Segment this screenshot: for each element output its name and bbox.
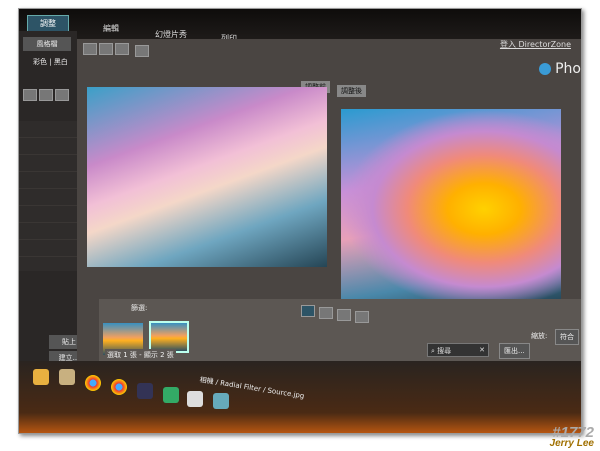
style-tab[interactable]: 風格檔 <box>23 37 71 51</box>
chrome-canary-icon[interactable] <box>111 379 127 395</box>
view-single-icon[interactable] <box>83 43 97 55</box>
after-label: 調整後 <box>337 85 366 97</box>
circle-icon[interactable] <box>55 89 69 101</box>
view-split-icon[interactable] <box>115 43 129 55</box>
photo-frame: 調整 編輯 幻燈片秀 列印 風格檔 彩色 | 黑白 貼上 建立... 調整前 調… <box>18 8 582 434</box>
photodirector-icon[interactable] <box>187 391 203 407</box>
clear-icon[interactable]: ✕ <box>479 346 485 354</box>
watermark-author: Jerry Lee <box>549 438 594 449</box>
grid-icon[interactable] <box>39 89 53 101</box>
color-option[interactable]: 彩色 <box>33 58 47 66</box>
balance-icon[interactable] <box>337 309 351 321</box>
zoom-select[interactable]: 符合 <box>555 329 579 345</box>
top-nav: 調整 編輯 幻燈片秀 列印 <box>19 9 581 43</box>
app-brand: Pho <box>539 61 581 77</box>
login-link[interactable]: 登入 DirectorZone <box>500 39 571 50</box>
search-input[interactable]: ⌕ 搜尋 ✕ <box>427 343 489 357</box>
monitor-icon[interactable] <box>213 393 229 409</box>
zoom-label: 縮放: <box>531 332 548 340</box>
view-compare-icon[interactable] <box>99 43 113 55</box>
after-image <box>341 109 561 309</box>
check-icon[interactable] <box>23 89 37 101</box>
folder-icon[interactable] <box>33 369 49 385</box>
preset-list[interactable] <box>19 121 77 271</box>
explorer-icon[interactable] <box>59 369 75 385</box>
compare-icon[interactable] <box>301 305 315 317</box>
photo-app-icon[interactable] <box>137 383 153 399</box>
before-image <box>87 87 327 267</box>
export-button[interactable]: 匯出... <box>499 343 530 359</box>
selection-status: 選取 1 張 - 顯示 2 張 <box>105 349 176 361</box>
contrast-icon[interactable] <box>319 307 333 319</box>
tab-adjust[interactable]: 調整 <box>27 15 69 32</box>
bw-option[interactable]: 黑白 <box>54 58 68 66</box>
color-bw-toggle[interactable]: 彩色 | 黑白 <box>33 57 68 67</box>
fullscreen-icon[interactable] <box>135 45 149 57</box>
tab-edit[interactable]: 編輯 <box>103 23 119 34</box>
brand-text: Pho <box>555 61 581 77</box>
taskbar: 相機 / Radial Filter / Source.jpg <box>19 361 581 433</box>
filter-label: 篩選: <box>131 304 148 312</box>
brand-logo-icon <box>539 63 552 75</box>
stamp-icon[interactable] <box>355 311 369 323</box>
media-app-icon[interactable] <box>163 387 179 403</box>
search-placeholder: 搜尋 <box>437 347 452 355</box>
chrome-icon[interactable] <box>85 375 101 391</box>
sidebar: 風格檔 彩色 | 黑白 貼上 建立... <box>19 31 89 371</box>
